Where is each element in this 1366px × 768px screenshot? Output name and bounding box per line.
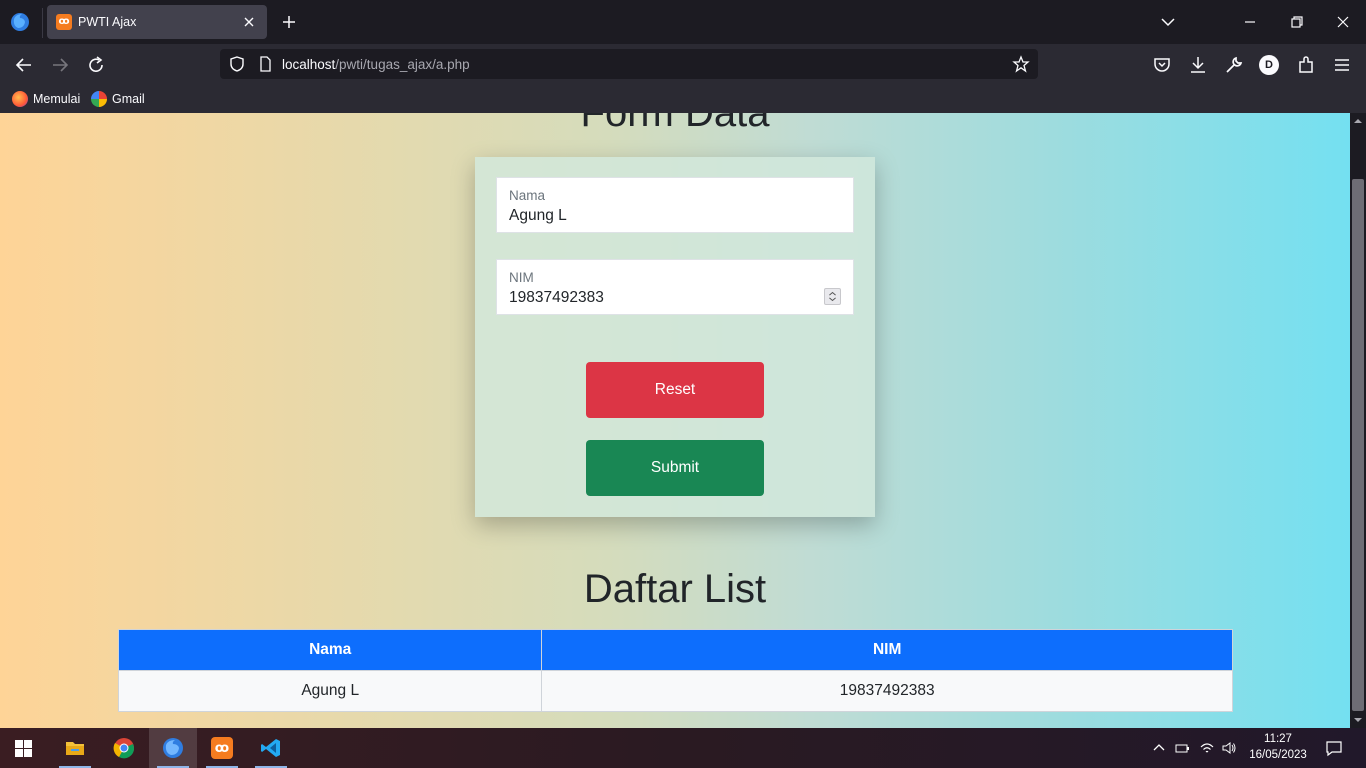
list-all-tabs-icon[interactable] (1158, 12, 1178, 32)
navigation-toolbar: localhost/pwti/tugas_ajax/a.php D (0, 44, 1366, 85)
forward-icon[interactable] (49, 54, 71, 76)
page-viewport: Form Data Nama Agung L NIM 19837492383 R… (0, 113, 1350, 728)
column-header-nama: Nama (117, 629, 543, 671)
bookmarks-toolbar: Memulai Gmail (0, 85, 1366, 113)
notifications-icon[interactable] (1325, 739, 1343, 757)
pocket-icon[interactable] (1151, 54, 1173, 76)
taskbar-file-explorer[interactable] (51, 728, 99, 768)
chrome-icon (113, 738, 134, 759)
taskbar-chrome[interactable] (100, 728, 148, 768)
submit-button[interactable]: Submit (586, 440, 764, 496)
close-tab-icon[interactable] (239, 12, 259, 32)
bookmark-star-icon[interactable] (1012, 55, 1030, 73)
windows-taskbar: ꚙ 11:27 16/05/2023 (0, 728, 1366, 768)
nama-label: Nama (509, 188, 546, 203)
scrollbar-thumb[interactable] (1352, 179, 1364, 711)
wrench-icon[interactable] (1223, 54, 1245, 76)
close-window-icon[interactable] (1333, 12, 1353, 32)
windows-start-icon[interactable] (15, 740, 32, 757)
bookmark-label: Gmail (112, 92, 145, 106)
scroll-down-icon[interactable] (1352, 714, 1364, 726)
downloads-icon[interactable] (1187, 54, 1209, 76)
nim-input[interactable]: 19837492383 (509, 289, 604, 307)
scroll-up-icon[interactable] (1352, 115, 1364, 127)
firefox-menu-icon[interactable] (10, 12, 30, 32)
tab-bar: ꚙ PWTI Ajax (0, 0, 1366, 44)
page-info-icon[interactable] (256, 55, 274, 73)
minimize-icon[interactable] (1240, 12, 1260, 32)
form-title: Form Data (580, 113, 770, 135)
nama-input[interactable]: Agung L (509, 207, 567, 225)
form-card: Nama Agung L NIM 19837492383 Reset Submi… (475, 157, 875, 517)
url-text[interactable]: localhost/pwti/tugas_ajax/a.php (282, 57, 470, 72)
battery-plug-icon[interactable] (1174, 740, 1190, 756)
address-bar[interactable]: localhost/pwti/tugas_ajax/a.php (220, 49, 1038, 79)
restore-icon[interactable] (1287, 12, 1307, 32)
wifi-icon[interactable] (1199, 740, 1215, 756)
cell-nama: Agung L (117, 670, 543, 712)
volume-icon[interactable] (1221, 740, 1237, 756)
table-row: Agung L 19837492383 (117, 670, 1233, 712)
cell-nim: 19837492383 (541, 670, 1233, 712)
account-avatar[interactable]: D (1259, 55, 1279, 75)
new-tab-icon[interactable] (279, 12, 299, 32)
tracking-protection-shield-icon[interactable] (228, 55, 246, 73)
nim-label: NIM (509, 270, 534, 285)
system-clock[interactable]: 11:27 16/05/2023 (1240, 731, 1316, 763)
tab-pwti-ajax[interactable]: ꚙ PWTI Ajax (47, 5, 267, 39)
google-icon (91, 91, 107, 107)
tab-separator (42, 8, 43, 38)
show-hidden-icons-icon[interactable] (1151, 740, 1167, 756)
url-host: localhost (282, 57, 336, 72)
firefox-icon (12, 91, 28, 107)
bookmark-gmail[interactable]: Gmail (91, 90, 145, 108)
xampp-icon: ꚙ (211, 737, 233, 759)
nama-field[interactable]: Nama Agung L (496, 177, 854, 233)
xampp-favicon-icon: ꚙ (56, 14, 72, 30)
clock-time: 11:27 (1264, 733, 1292, 745)
firefox-icon (163, 738, 183, 758)
nim-field[interactable]: NIM 19837492383 (496, 259, 854, 315)
file-explorer-icon (66, 742, 84, 755)
vscode-icon (261, 739, 280, 757)
reload-icon[interactable] (85, 54, 107, 76)
number-spinner-icon[interactable] (824, 288, 841, 305)
taskbar-firefox[interactable] (149, 728, 197, 768)
tab-title: PWTI Ajax (78, 15, 137, 29)
back-icon[interactable] (13, 54, 35, 76)
hamburger-menu-icon[interactable] (1331, 54, 1353, 76)
reset-button[interactable]: Reset (586, 362, 764, 418)
clock-date: 16/05/2023 (1249, 749, 1307, 761)
extensions-icon[interactable] (1295, 54, 1317, 76)
taskbar-xampp[interactable]: ꚙ (198, 728, 246, 768)
data-table: Nama NIM Agung L 19837492383 (117, 629, 1233, 712)
list-title: Daftar List (583, 567, 767, 611)
bookmark-label: Memulai (33, 92, 81, 106)
url-path: /pwti/tugas_ajax/a.php (335, 57, 470, 72)
bookmark-memulai[interactable]: Memulai (12, 90, 80, 108)
column-header-nim: NIM (541, 629, 1233, 671)
taskbar-vscode[interactable] (247, 728, 295, 768)
table-header-row: Nama NIM (117, 629, 1233, 671)
